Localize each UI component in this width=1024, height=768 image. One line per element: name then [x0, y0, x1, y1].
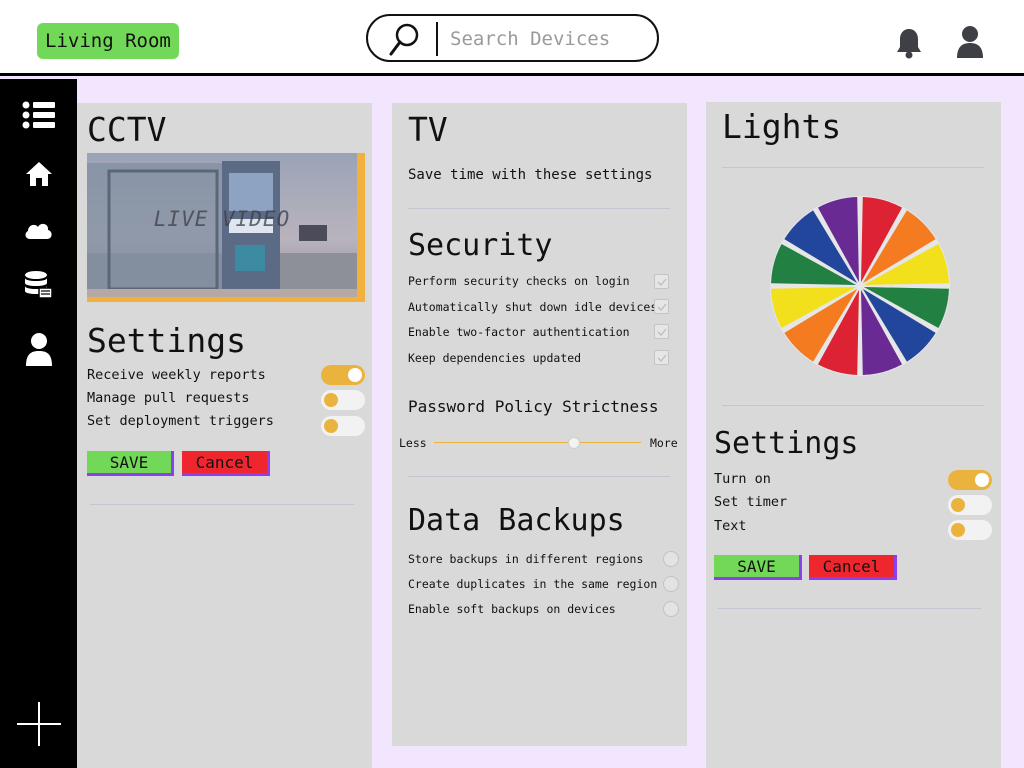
database-icon[interactable]: [24, 270, 54, 304]
turn-on-toggle[interactable]: [948, 470, 992, 490]
list-icon[interactable]: [22, 101, 56, 133]
security-checkbox[interactable]: [654, 324, 669, 339]
cloud-icon[interactable]: [23, 220, 53, 244]
security-checkbox[interactable]: [654, 350, 669, 365]
security-title: Security: [408, 228, 553, 263]
security-item-label: Keep dependencies updated: [408, 351, 582, 365]
toggle-knob: [951, 523, 965, 537]
divider: [722, 405, 984, 406]
cctv-title: CCTV: [87, 110, 167, 149]
save-button[interactable]: SAVE: [714, 555, 802, 580]
security-item-label: Automatically shut down idle devices: [408, 300, 658, 314]
cctv-panel: CCTV LIVE VIDEO Settings Receive weekly …: [77, 103, 372, 768]
divider: [408, 208, 670, 209]
cancel-button[interactable]: Cancel: [809, 555, 897, 580]
toggle-knob: [975, 473, 989, 487]
security-checkbox[interactable]: [654, 299, 669, 314]
sidebar: [0, 79, 77, 768]
slider-max-label: More: [650, 436, 678, 450]
setting-label: Text: [714, 518, 747, 534]
color-wheel[interactable]: [768, 194, 952, 378]
setting-label: Turn on: [714, 471, 771, 487]
tv-subtitle: Save time with these settings: [408, 167, 653, 183]
cancel-button[interactable]: Cancel: [182, 451, 270, 476]
toggle-knob: [324, 393, 338, 407]
set-timer-toggle[interactable]: [948, 495, 992, 515]
backup-item-label: Enable soft backups on devices: [408, 602, 616, 616]
setting-label: Set deployment triggers: [87, 413, 274, 429]
divider: [90, 504, 354, 505]
search-icon[interactable]: [388, 22, 420, 62]
video-label: LIVE VIDEO: [153, 207, 291, 231]
search-divider: [436, 22, 438, 56]
search-input[interactable]: [450, 24, 645, 54]
tv-title: TV: [408, 110, 448, 149]
setting-label: Receive weekly reports: [87, 367, 266, 383]
user-icon[interactable]: [25, 332, 53, 371]
security-item-label: Perform security checks on login: [408, 274, 630, 288]
user-icon[interactable]: [955, 25, 985, 63]
password-policy-title: Password Policy Strictness: [408, 397, 659, 416]
live-video[interactable]: LIVE VIDEO: [87, 153, 365, 302]
backup-radio[interactable]: [663, 576, 679, 592]
backup-item-label: Store backups in different regions: [408, 552, 644, 566]
room-selector[interactable]: Living Room: [37, 23, 179, 59]
save-button[interactable]: SAVE: [87, 451, 174, 476]
divider: [718, 608, 981, 609]
toggle-knob: [348, 368, 362, 382]
lights-settings-title: Settings: [714, 426, 859, 461]
data-backups-title: Data Backups: [408, 503, 625, 538]
strictness-slider-thumb[interactable]: [568, 437, 580, 449]
security-checkbox[interactable]: [654, 274, 669, 289]
wheel-background: [770, 196, 950, 376]
backup-radio[interactable]: [663, 551, 679, 567]
slider-min-label: Less: [399, 436, 427, 450]
cctv-settings-title: Settings: [87, 321, 246, 360]
home-icon[interactable]: [25, 161, 53, 191]
toggle-knob: [324, 419, 338, 433]
divider: [408, 476, 670, 477]
deployment-triggers-toggle[interactable]: [321, 416, 365, 436]
setting-label: Manage pull requests: [87, 390, 250, 406]
setting-label: Set timer: [714, 494, 788, 510]
lights-title: Lights: [722, 107, 842, 146]
toggle-knob: [951, 498, 965, 512]
security-item-label: Enable two-factor authentication: [408, 325, 630, 339]
search-bar[interactable]: [366, 14, 659, 62]
plus-icon[interactable]: [16, 701, 62, 751]
strictness-slider-track[interactable]: [434, 442, 641, 443]
bell-icon[interactable]: [895, 27, 923, 63]
weekly-reports-toggle[interactable]: [321, 365, 365, 385]
text-toggle[interactable]: [948, 520, 992, 540]
lights-panel: Lights Settings Turn on Set timer Text S…: [706, 102, 1001, 768]
backup-radio[interactable]: [663, 601, 679, 617]
divider: [722, 167, 984, 168]
top-bar: Living Room: [0, 0, 1024, 76]
backup-item-label: Create duplicates in the same region: [408, 577, 658, 591]
tv-panel: TV Save time with these settings Securit…: [392, 103, 687, 746]
pull-requests-toggle[interactable]: [321, 390, 365, 410]
